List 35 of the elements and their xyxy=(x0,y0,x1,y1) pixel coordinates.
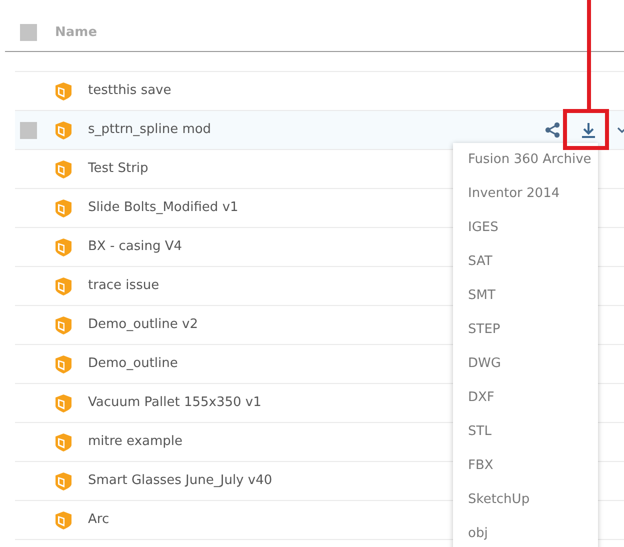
annotation-box xyxy=(563,109,609,150)
file-name: Demo_outline v2 xyxy=(88,316,198,334)
cube-icon xyxy=(55,472,72,490)
file-name: testthis save xyxy=(88,82,172,100)
cube-icon xyxy=(55,238,72,256)
download-icon[interactable] xyxy=(581,122,596,138)
cube-icon xyxy=(55,120,72,140)
menu-item[interactable]: STEP xyxy=(453,313,598,347)
cube-icon xyxy=(55,394,72,412)
row-checkbox[interactable] xyxy=(20,122,37,138)
file-name: Demo_outline xyxy=(88,355,178,374)
cube-icon xyxy=(55,82,72,100)
chevron-icon[interactable] xyxy=(617,126,624,134)
file-name: s_pttrn_spline mod xyxy=(88,121,212,140)
cube-icon xyxy=(55,160,72,178)
cube-icon xyxy=(55,316,72,334)
share-icon[interactable] xyxy=(545,122,560,138)
cube-icon xyxy=(55,432,72,452)
file-name: Arc xyxy=(88,511,110,530)
file-name: Test Strip xyxy=(88,160,148,178)
file-name: BX - casing V4 xyxy=(88,238,182,256)
column-header: Name xyxy=(55,24,98,42)
cube-icon xyxy=(55,510,72,530)
file-name: trace issue xyxy=(88,277,160,296)
menu-item[interactable]: DWG xyxy=(453,347,598,381)
file-name: Smart Glasses June_July v40 xyxy=(88,472,272,490)
file-name: Slide Bolts_Modified v1 xyxy=(88,199,238,218)
select-all-checkbox[interactable] xyxy=(20,24,37,41)
file-row[interactable]: s_pttrn_spline mod xyxy=(15,111,624,150)
file-name: Vacuum Pallet 155x350 v1 xyxy=(88,394,262,412)
cube-icon xyxy=(55,198,72,218)
cube-icon xyxy=(55,276,72,296)
file-name: mitre example xyxy=(88,433,183,452)
menu-item[interactable]: DXF xyxy=(453,381,598,415)
cube-icon xyxy=(55,354,72,374)
